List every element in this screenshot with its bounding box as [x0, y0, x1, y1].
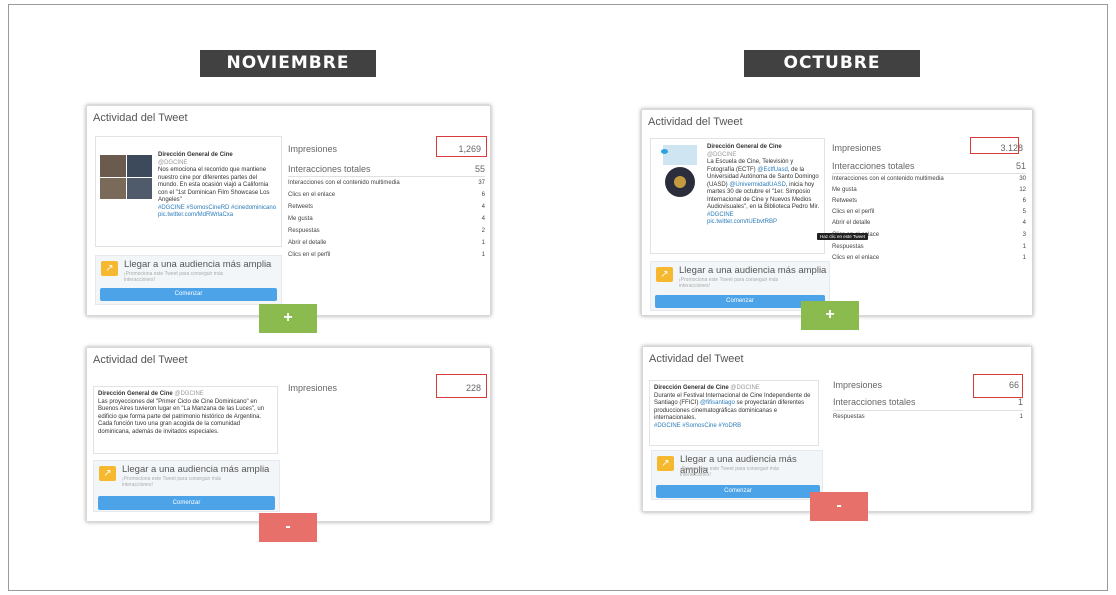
megaphone-icon: ↗	[657, 456, 674, 471]
megaphone-icon: ↗	[656, 267, 673, 282]
divider	[833, 410, 1023, 411]
engagements-label: Interacciones totales	[288, 164, 371, 174]
header-octubre: OCTUBRE	[744, 50, 920, 77]
impressions-highlight-box	[973, 374, 1023, 398]
tweet-link[interactable]: pic.twitter.com/tUEbvtRBP	[707, 219, 822, 227]
expand-plus-button[interactable]: +	[801, 301, 859, 330]
header-noviembre: NOVIEMBRE	[200, 50, 376, 77]
tweet-hashtags[interactable]: #DGCINE #SomosCineRD #cinedominicano	[158, 205, 278, 213]
impressions-highlight-box	[970, 137, 1019, 154]
stat-row: Interacciones con el contenido multimedi…	[832, 176, 1026, 182]
engagements-row: Interacciones totales 55	[288, 164, 485, 176]
tweet-handle: @DGCINE	[174, 391, 204, 397]
promote-panel: ↗ Llegar a una audiencia más amplia ¡Pro…	[651, 450, 823, 500]
engagements-value: 55	[474, 164, 485, 174]
tweet-preview[interactable]: Dirección General de Cine @DGCINE Nos em…	[95, 136, 282, 247]
engagements-value: 51	[1015, 161, 1026, 171]
impressions-highlight-box	[436, 136, 487, 157]
collapse-minus-button[interactable]: -	[259, 513, 317, 542]
promo-subtitle: ¡Promociona este Tweet para conseguir má…	[124, 271, 224, 283]
tweet-author: Dirección General de Cine	[707, 144, 782, 150]
promo-title: Llegar a una audiencia más amplia	[679, 265, 827, 276]
tweet-poster-image	[655, 145, 705, 205]
promote-panel: ↗ Llegar a una audiencia más amplia ¡Pro…	[95, 255, 282, 305]
promo-subtitle: ¡Promociona este Tweet para conseguir má…	[679, 277, 779, 289]
tweet-preview[interactable]: Dirección General de Cine @DGCINE La Esc…	[650, 138, 825, 254]
tweet-photo-collage	[100, 155, 152, 199]
stat-row: Abrir el detalle 1	[288, 240, 485, 246]
tweet-hashtags[interactable]: #DGCINE	[707, 212, 822, 220]
stat-row: Me gusta 12	[832, 187, 1026, 193]
engagements-value: 1	[1017, 397, 1023, 407]
engagements-row: Interacciones totales 1	[833, 397, 1023, 409]
tweet-text: Durante el Festival Internacional de Cin…	[654, 392, 811, 422]
tweet-handle: @DGCINE	[707, 151, 737, 158]
card-title: Actividad del Tweet	[648, 116, 743, 128]
tweet-author: Dirección General de Cine	[654, 385, 729, 391]
tweet-text: Las proyecciones del "Primer Ciclo de Ci…	[98, 398, 265, 435]
impressions-label: Impresiones	[288, 383, 338, 393]
engagements-label: Interacciones totales	[833, 397, 916, 407]
promo-subtitle: ¡Promociona este Tweet para conseguir má…	[122, 476, 222, 488]
tweet-activity-card-oct-bottom: Actividad del Tweet Dirección General de…	[642, 346, 1032, 512]
tweet-preview[interactable]: Dirección General de Cine @DGCINE Durant…	[649, 380, 819, 446]
stat-row: Respuestas 2	[288, 228, 485, 234]
start-button[interactable]: Comenzar	[100, 288, 277, 301]
start-button[interactable]: Comenzar	[656, 485, 820, 498]
stat-row: Retweets 4	[288, 204, 485, 210]
engagements-row: Interacciones totales 51	[832, 161, 1026, 173]
mention-link[interactable]: @UnivermidadUASD	[729, 182, 785, 188]
engagements-label: Interacciones totales	[832, 161, 915, 171]
stat-row: Respuestas 1	[832, 244, 1026, 250]
tweet-author: Dirección General de Cine	[158, 152, 233, 158]
start-button[interactable]: Comenzar	[98, 496, 275, 510]
tweet-text: Nos emociona el recorrido que mantiene n…	[158, 167, 270, 203]
start-button[interactable]: Comenzar	[655, 295, 825, 308]
stat-row: Interacciones con el contenido multimedi…	[288, 180, 485, 186]
tweet-text: La Escuela de Cine, Televisión y Fotogra…	[707, 159, 820, 210]
stat-row: Me gusta 4	[288, 216, 485, 222]
tweet-activity-card-nov-bottom: Actividad del Tweet Dirección General de…	[86, 347, 491, 522]
card-title: Actividad del Tweet	[649, 353, 744, 365]
tweet-handle: @DGCINE	[730, 385, 760, 391]
stat-row: Clics en el enlace 6	[288, 192, 485, 198]
card-title: Actividad del Tweet	[93, 112, 188, 124]
collapse-minus-button[interactable]: -	[810, 492, 868, 521]
tweet-activity-card-nov-top: Actividad del Tweet Dirección General de…	[86, 105, 491, 316]
megaphone-icon: ↗	[99, 466, 116, 481]
divider	[832, 173, 1026, 174]
divider	[288, 176, 485, 177]
stat-row: Retweets 6	[832, 198, 1026, 204]
promote-panel: ↗ Llegar a una audiencia más amplia ¡Pro…	[93, 460, 280, 512]
tweet-preview[interactable]: Dirección General de Cine @DGCINE Las pr…	[93, 386, 278, 454]
promo-title: Llegar a una audiencia más amplia	[122, 464, 270, 475]
megaphone-icon: ↗	[101, 261, 118, 276]
tweet-author: Dirección General de Cine	[98, 391, 173, 397]
stat-row: Abrir el detalle 4	[832, 220, 1026, 226]
mention-link[interactable]: @EctfUasd	[757, 167, 787, 173]
tweet-handle: @DGCINE	[158, 159, 188, 166]
tweet-hashtags[interactable]: #DGCINE #SomosCine #YoDRB	[654, 423, 814, 431]
impressions-label: Impresiones	[833, 380, 883, 390]
tooltip: Haz clic en este Tweet	[817, 233, 868, 240]
card-title: Actividad del Tweet	[93, 354, 188, 366]
expand-plus-button[interactable]: +	[259, 304, 317, 333]
tweet-stats: Impresiones 3.128 Interacciones totales …	[832, 138, 1026, 268]
promo-title: Llegar a una audiencia más amplia	[124, 259, 272, 270]
impressions-label: Impresiones	[832, 143, 882, 153]
stat-row: Clics en el enlace 1	[832, 255, 1026, 261]
mention-link[interactable]: @fifisantiago	[700, 400, 735, 406]
tweet-link[interactable]: pic.twitter.com/MdRWrlaCxa	[158, 212, 278, 220]
stat-row: Clics en el perfil 1	[288, 252, 485, 258]
stat-row: Respuestas 1	[833, 414, 1023, 420]
tweet-activity-card-oct-top: Actividad del Tweet Dirección General de…	[641, 109, 1033, 316]
stat-row: Clics en el perfil 5	[832, 209, 1026, 215]
promo-subtitle: ¡Promociona este Tweet para conseguir má…	[680, 466, 780, 478]
impressions-highlight-box	[436, 374, 487, 398]
impressions-label: Impresiones	[288, 144, 338, 154]
